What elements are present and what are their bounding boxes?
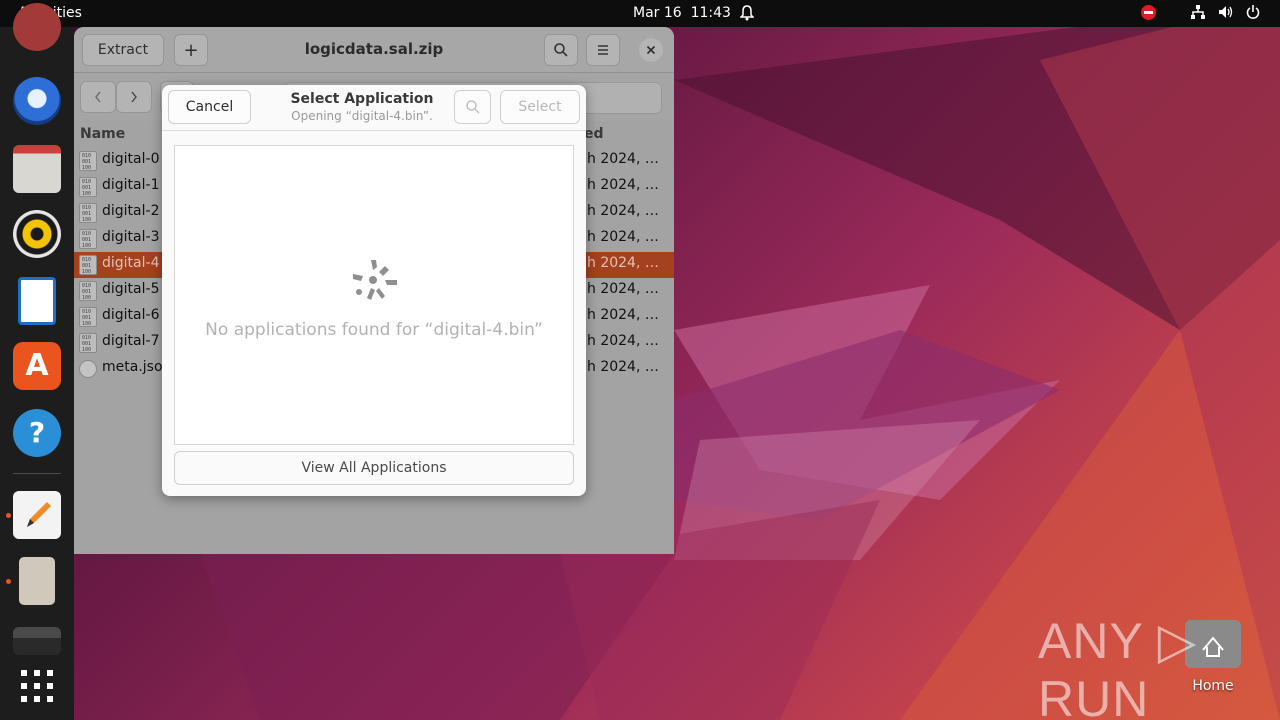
binary-file-icon: 010 001 100 bbox=[79, 177, 97, 197]
window-close-button[interactable] bbox=[639, 38, 663, 62]
file-name: digital-2 bbox=[102, 203, 160, 219]
file-date: h 2024, … bbox=[587, 255, 659, 271]
chevron-left-icon bbox=[95, 91, 101, 103]
volume-icon bbox=[1219, 6, 1233, 18]
show-apps-icon[interactable] bbox=[13, 662, 61, 710]
file-date: h 2024, … bbox=[587, 177, 659, 193]
binary-file-icon: 010 001 100 bbox=[79, 151, 97, 171]
file-name: digital-1 bbox=[102, 177, 160, 193]
binary-file-icon: 010 001 100 bbox=[79, 203, 97, 223]
close-icon bbox=[646, 45, 656, 55]
menu-button[interactable] bbox=[586, 34, 620, 66]
clock-time: 11:43 bbox=[690, 5, 731, 21]
empty-state-message: No applications found for “digital-4.bin… bbox=[205, 320, 543, 340]
thunderbird-icon[interactable] bbox=[13, 77, 61, 125]
file-name: digital-5 bbox=[102, 281, 160, 297]
binary-file-icon: 010 001 100 bbox=[79, 307, 97, 327]
text-editor-icon[interactable] bbox=[13, 491, 61, 539]
help-icon[interactable]: ? bbox=[13, 409, 61, 457]
cancel-button[interactable]: Cancel bbox=[168, 90, 251, 124]
file-name: digital-4 bbox=[102, 255, 160, 271]
window-headerbar: Extract + logicdata.sal.zip bbox=[74, 27, 674, 73]
power-icon bbox=[1246, 5, 1260, 19]
dock-separator bbox=[13, 473, 61, 474]
column-modified[interactable]: ed bbox=[584, 126, 604, 142]
forward-button[interactable] bbox=[116, 81, 152, 113]
notification-bell-icon[interactable] bbox=[740, 5, 754, 21]
back-button[interactable] bbox=[80, 81, 116, 113]
file-name: digital-6 bbox=[102, 307, 160, 323]
search-icon bbox=[554, 43, 568, 57]
file-date: h 2024, … bbox=[587, 307, 659, 323]
archive-manager-icon[interactable] bbox=[19, 557, 55, 605]
running-indicator bbox=[6, 513, 11, 518]
file-name: meta.jso bbox=[102, 359, 163, 375]
application-list: No applications found for “digital-4.bin… bbox=[174, 145, 574, 445]
dialog-subtitle: Opening “digital-4.bin”. bbox=[291, 109, 433, 123]
file-date: h 2024, … bbox=[587, 229, 659, 245]
dialog-search-button[interactable] bbox=[454, 90, 491, 124]
json-file-icon bbox=[79, 360, 97, 378]
binary-file-icon: 010 001 100 bbox=[79, 255, 97, 275]
binary-file-icon: 010 001 100 bbox=[79, 229, 97, 249]
no-applications-icon bbox=[353, 260, 397, 300]
app-center-icon[interactable]: A bbox=[13, 342, 61, 390]
files-icon[interactable] bbox=[13, 145, 61, 193]
hamburger-menu-icon bbox=[598, 45, 608, 55]
do-not-disturb-icon bbox=[1141, 4, 1156, 20]
dock-app-partial-icon[interactable] bbox=[13, 3, 61, 51]
dialog-title: Select Application bbox=[290, 91, 434, 107]
clock[interactable]: Mar 16 11:43 bbox=[633, 5, 731, 21]
dialog-header: Cancel Select Application Opening “digit… bbox=[162, 85, 586, 131]
select-button[interactable]: Select bbox=[500, 90, 580, 124]
network-icon bbox=[1191, 5, 1205, 19]
file-name: digital-0 bbox=[102, 151, 160, 167]
dock: A ? bbox=[0, 3, 74, 720]
file-date: h 2024, … bbox=[587, 359, 659, 375]
clock-date: Mar 16 bbox=[633, 5, 682, 21]
file-date: h 2024, … bbox=[587, 203, 659, 219]
file-name: digital-7 bbox=[102, 333, 160, 349]
view-all-applications-button[interactable]: View All Applications bbox=[174, 451, 574, 485]
rhythmbox-icon[interactable] bbox=[13, 210, 61, 258]
search-icon bbox=[465, 100, 480, 114]
search-button[interactable] bbox=[544, 34, 578, 66]
file-name: digital-3 bbox=[102, 229, 160, 245]
window-title: logicdata.sal.zip bbox=[304, 40, 444, 58]
select-application-dialog: Cancel Select Application Opening “digit… bbox=[162, 85, 586, 496]
top-bar: Activities Mar 16 11:43 bbox=[0, 0, 1280, 27]
binary-file-icon: 010 001 100 bbox=[79, 281, 97, 301]
file-date: h 2024, … bbox=[587, 151, 659, 167]
file-date: h 2024, … bbox=[587, 333, 659, 349]
column-name[interactable]: Name bbox=[80, 126, 125, 142]
system-tray[interactable] bbox=[1141, 4, 1260, 20]
removable-drive-icon[interactable] bbox=[13, 627, 61, 655]
binary-file-icon: 010 001 100 bbox=[79, 333, 97, 353]
running-indicator bbox=[6, 579, 11, 584]
chevron-right-icon bbox=[131, 91, 137, 103]
anyrun-watermark: ANY ▷ RUN bbox=[1038, 613, 1198, 720]
file-date: h 2024, … bbox=[587, 281, 659, 297]
libreoffice-writer-icon[interactable] bbox=[18, 277, 56, 325]
